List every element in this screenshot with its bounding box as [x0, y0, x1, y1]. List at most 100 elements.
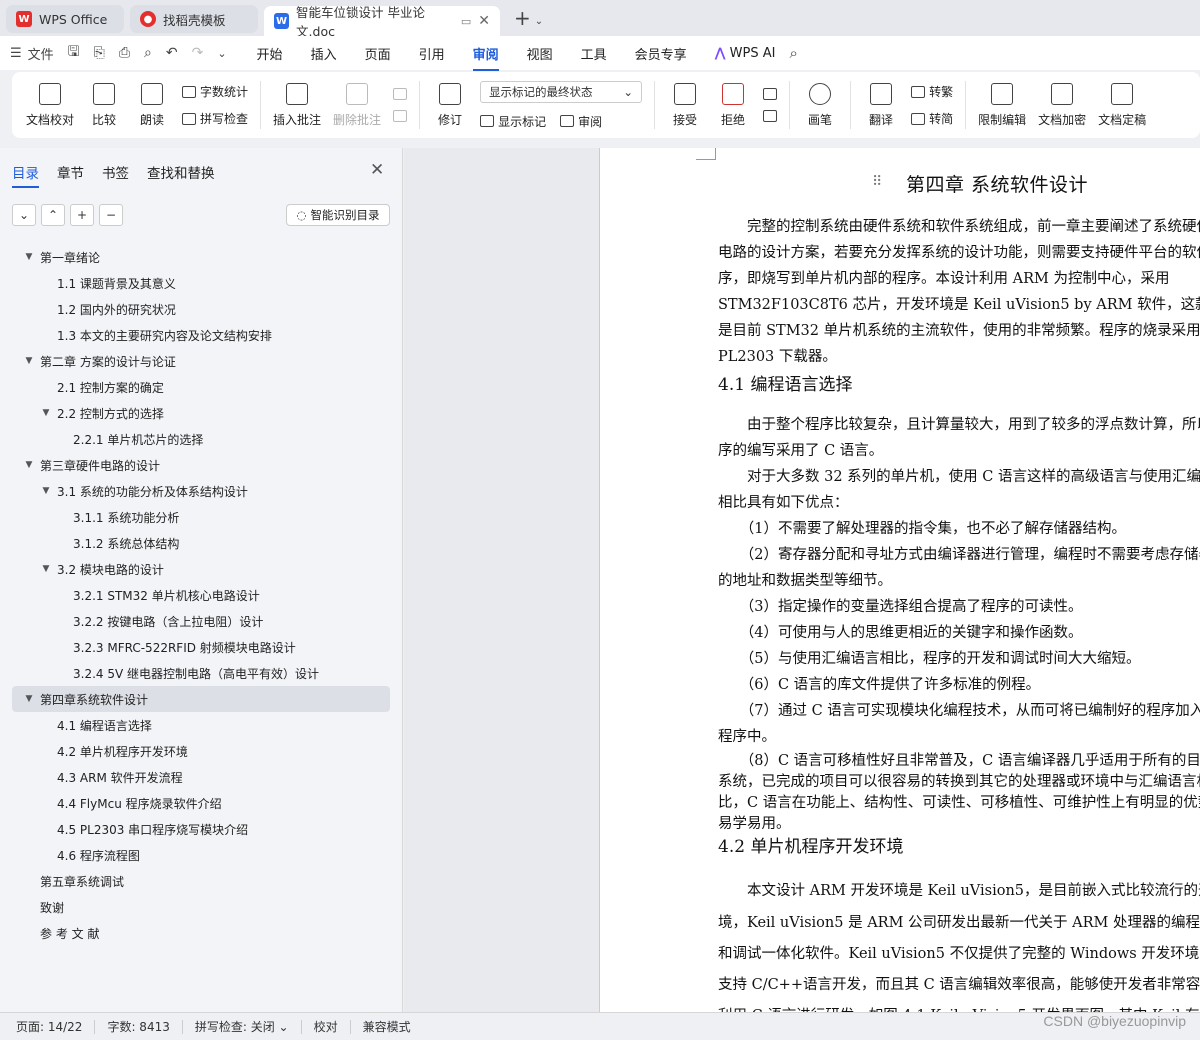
collapse-up-button[interactable]: ⌃ [41, 204, 65, 226]
toc-item[interactable]: ▼ 第一章绪论 [12, 244, 390, 270]
toc-item[interactable]: ▼3.2.2 按键电路（含上拉电阻）设计 [12, 608, 390, 634]
menu-home[interactable]: 开始 [257, 44, 283, 63]
pen-button[interactable]: 画笔 [802, 82, 838, 128]
document-line[interactable]: （5）与使用汇编语言相比，程序的开发和调试时间大大缩短。 [718, 646, 1200, 672]
document-line[interactable]: 程序中。 [718, 724, 1200, 750]
toc-item[interactable]: ▼1.1 课题背景及其意义 [12, 270, 390, 296]
toc-item[interactable]: ▼4.5 PL2303 串口程序烧写模块介绍 [12, 816, 390, 842]
smart-toc-button[interactable]: ◌ 智能识别目录 [286, 204, 390, 226]
page-indicator[interactable]: 页面: 14/22 [16, 1018, 82, 1035]
promote-button[interactable]: + [70, 204, 94, 226]
toc-item[interactable]: ▼ 2.2 控制方式的选择 [12, 400, 390, 426]
word-count-indicator[interactable]: 字数: 8413 [107, 1018, 169, 1035]
redo-icon[interactable]: ↷ [192, 45, 204, 61]
menu-page[interactable]: 页面 [365, 44, 391, 63]
expand-arrow-icon[interactable]: ▼ [39, 408, 53, 418]
toc-item[interactable]: ▼3.2.4 5V 继电器控制电路（高电平有效）设计 [12, 660, 390, 686]
toc-item[interactable]: ▼1.3 本文的主要研究内容及论文结构安排 [12, 322, 390, 348]
menu-membership[interactable]: 会员专享 [635, 44, 687, 63]
collapse-down-button[interactable]: ⌄ [12, 204, 36, 226]
toc-item[interactable]: ▼3.1.2 系统总体结构 [12, 530, 390, 556]
document-page[interactable]: ⠿ 第四章 系统软件设计 完整的控制系统由硬件系统和软件系统组成，前一章主要阐述… [599, 148, 1200, 1012]
reject-button[interactable]: 拒绝 [715, 82, 751, 128]
document-line[interactable]: 序，即烧写到单片机内部的程序。本设计利用 ARM 为控制中心，采用 [718, 266, 1200, 292]
demote-button[interactable]: − [99, 204, 123, 226]
file-menu[interactable]: ☰ 文件 [10, 44, 54, 63]
menu-view[interactable]: 视图 [527, 44, 553, 63]
encrypt-button[interactable]: 文档加密 [1038, 82, 1086, 128]
document-line[interactable]: （3）指定操作的变量选择组合提高了程序的可读性。 [718, 594, 1200, 620]
toc-item[interactable]: ▼ 3.2 模块电路的设计 [12, 556, 390, 582]
prev-comment-button[interactable] [393, 88, 408, 100]
document-line[interactable]: （7）通过 C 语言可实现模块化编程技术，从而可将已编制好的程序加入到新 [718, 698, 1200, 724]
new-tab-icon[interactable]: + [514, 6, 531, 30]
toc-item[interactable]: ▼致谢 [12, 894, 390, 920]
review-pane-button[interactable]: 审阅 [560, 113, 602, 130]
show-markup-button[interactable]: 显示标记 [480, 113, 546, 130]
spell-check-button[interactable]: 拼写检查 [182, 110, 248, 127]
document-line[interactable]: 的地址和数据类型等细节。 [718, 568, 1200, 594]
document-line[interactable]: 完整的控制系统由硬件系统和软件系统组成，前一章主要阐述了系统硬件 [718, 214, 1200, 240]
document-line[interactable]: （6）C 语言的库文件提供了许多标准的例程。 [718, 672, 1200, 698]
undo-icon[interactable]: ↶ [166, 45, 178, 61]
to-traditional-button[interactable]: 转繁 [911, 83, 953, 100]
toc-item[interactable]: ▼ 3.1 系统的功能分析及体系结构设计 [12, 478, 390, 504]
accept-button[interactable]: 接受 [667, 82, 703, 128]
nav-tab-chapters[interactable]: 章节 [57, 162, 84, 182]
nav-tab-bookmarks[interactable]: 书签 [102, 162, 129, 182]
more-chevron-icon[interactable]: ⌄ [217, 47, 226, 60]
drag-handle-icon[interactable]: ⠿ [872, 174, 882, 190]
menu-wps-ai[interactable]: ⋀ WPS AI [715, 46, 776, 61]
compare-button[interactable]: 比较 [86, 82, 122, 128]
nav-tab-find-replace[interactable]: 查找和替换 [147, 162, 215, 182]
section-heading[interactable]: 4.1 编程语言选择 [718, 370, 852, 395]
document-line[interactable]: STM32F103C8T6 芯片，开发环境是 Keil uVision5 by … [718, 292, 1200, 318]
menu-references[interactable]: 引用 [419, 44, 445, 63]
expand-arrow-icon[interactable]: ▼ [22, 694, 36, 704]
toc-item[interactable]: ▼3.2.3 MFRC-522RFID 射频模块电路设计 [12, 634, 390, 660]
menu-insert[interactable]: 插入 [311, 44, 337, 63]
toc-item[interactable]: ▼ 第四章系统软件设计 [12, 686, 390, 712]
menu-review[interactable]: 审阅 [472, 44, 499, 71]
translate-button[interactable]: 翻译 [863, 82, 899, 128]
insert-comment-button[interactable]: 插入批注 [273, 82, 321, 128]
delete-comment-button[interactable]: 删除批注 [333, 82, 381, 128]
proof-status[interactable]: 校对 [314, 1018, 338, 1035]
expand-arrow-icon[interactable]: ▼ [22, 460, 36, 470]
toc-item[interactable]: ▼2.2.1 单片机芯片的选择 [12, 426, 390, 452]
toc-item[interactable]: ▼4.4 FlyMcu 程序烧录软件介绍 [12, 790, 390, 816]
document-line[interactable]: （4）可使用与人的思维更相近的关键字和操作函数。 [718, 620, 1200, 646]
to-simplified-button[interactable]: 转简 [911, 110, 953, 127]
close-nav-icon[interactable]: ✕ [370, 160, 384, 180]
expand-arrow-icon[interactable]: ▼ [39, 486, 53, 496]
print-icon[interactable]: ⎙ [119, 45, 130, 61]
toc-item[interactable]: ▼1.2 国内外的研究状况 [12, 296, 390, 322]
expand-arrow-icon[interactable]: ▼ [22, 252, 36, 262]
tab-document[interactable]: W 智能车位锁设计 毕业论文.doc ▭ ✕ [264, 5, 500, 39]
toc-item[interactable]: ▼ 第三章硬件电路的设计 [12, 452, 390, 478]
next-change-button[interactable] [763, 110, 778, 122]
monitor-icon[interactable]: ▭ [461, 15, 471, 28]
track-changes-button[interactable]: 修订 [432, 82, 468, 128]
section-heading[interactable]: 4.2 单片机程序开发环境 [718, 832, 903, 857]
markup-state-select[interactable]: 显示标记的最终状态 ⌄ [480, 80, 643, 103]
expand-arrow-icon[interactable]: ▼ [39, 564, 53, 574]
restrict-editing-button[interactable]: 限制编辑 [978, 82, 1026, 128]
document-area[interactable]: ⠿ 第四章 系统软件设计 完整的控制系统由硬件系统和软件系统组成，前一章主要阐述… [404, 148, 1200, 1012]
print-preview-icon[interactable]: ⌕ [144, 45, 152, 61]
document-line[interactable]: 由于整个程序比较复杂，且计算量较大，用到了较多的浮点数计算，所以程 [718, 412, 1200, 438]
document-line[interactable]: （1）不需要了解处理器的指令集，也不必了解存储器结构。 [718, 516, 1200, 542]
document-line[interactable]: （2）寄存器分配和寻址方式由编译器进行管理，编程时不需要考虑存储器 [718, 542, 1200, 568]
toc-item[interactable]: ▼参 考 文 献 [12, 920, 390, 946]
document-line[interactable]: 是目前 STM32 单片机系统的主流软件，使用的非常频繁。程序的烧录采用 [718, 318, 1200, 344]
document-line[interactable]: 相比具有如下优点： [718, 490, 1200, 516]
toc-item[interactable]: ▼3.2.1 STM32 单片机核心电路设计 [12, 582, 390, 608]
finalize-button[interactable]: 文档定稿 [1098, 82, 1146, 128]
document-line[interactable]: 对于大多数 32 系列的单片机，使用 C 语言这样的高级语言与使用汇编语言 [718, 464, 1200, 490]
next-comment-button[interactable] [393, 110, 408, 122]
expand-arrow-icon[interactable]: ▼ [22, 356, 36, 366]
document-line[interactable]: 和调试一体化软件。Keil uVision5 不仅提供了完整的 Windows … [718, 941, 1200, 967]
save-icon[interactable]: 🖫 [68, 41, 80, 65]
spell-check-status[interactable]: 拼写检查: 关闭 ⌄ [195, 1018, 289, 1035]
toc-item[interactable]: ▼4.6 程序流程图 [12, 842, 390, 868]
